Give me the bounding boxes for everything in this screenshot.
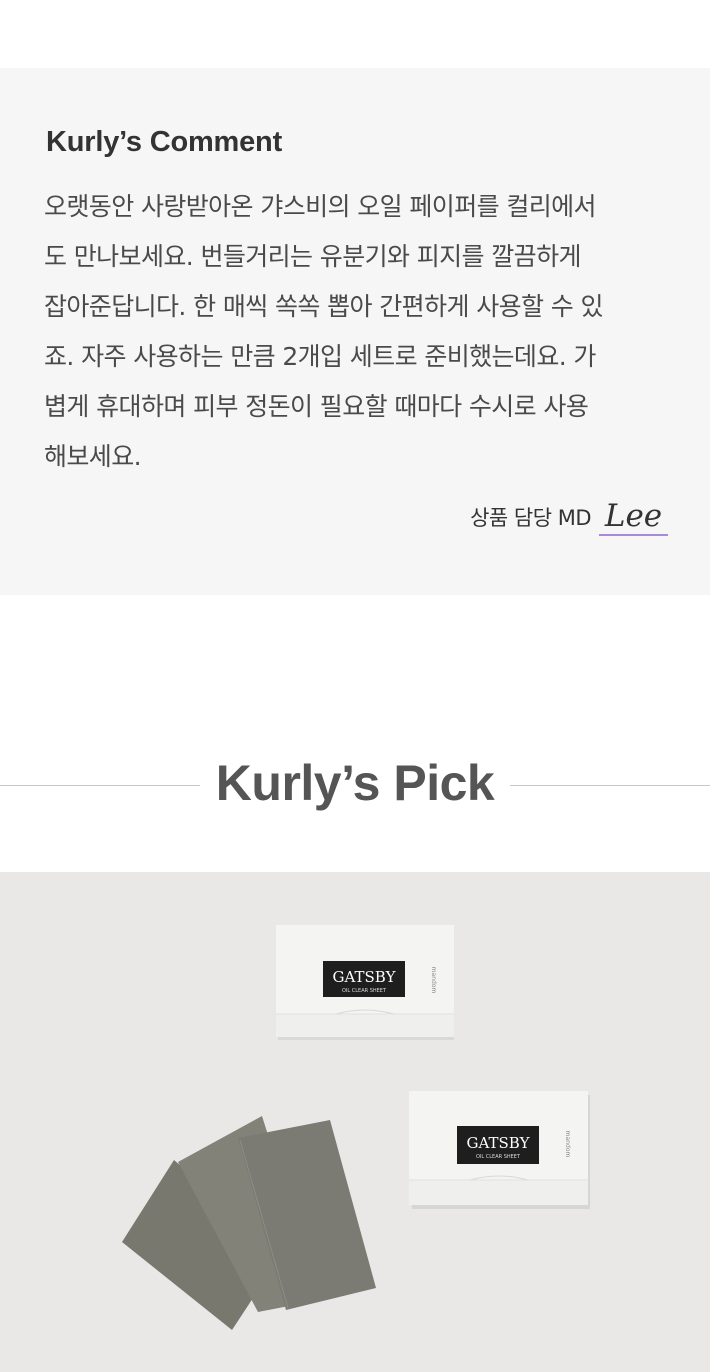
comment-line: 잡아준답니다. 한 매씩 쏙쏙 뽑아 간편하게 사용할 수 있 <box>44 292 604 321</box>
package-bottom: GATSBY OIL CLEAR SHEET mandom <box>409 1091 590 1209</box>
heading-divider-right <box>510 785 710 786</box>
maker-label: mandom <box>564 1131 571 1158</box>
comment-line: 해보세요. <box>44 442 142 471</box>
comment-title: Kurly’s Comment <box>46 126 283 158</box>
comment-line: 볍게 휴대하며 피부 정돈이 필요할 때마다 수시로 사용 <box>44 392 589 421</box>
comment-body: 오랫동안 사랑받아온 갸스비의 오일 페이퍼를 컬리에서 도 만나보세요. 번들… <box>44 182 674 482</box>
heading-divider-left <box>0 785 200 786</box>
brand-label: GATSBY <box>467 1134 531 1152</box>
comment-line: 죠. 자주 사용하는 만큼 2개입 세트로 준비했는데요. 가 <box>44 342 596 371</box>
brand-sublabel: OIL CLEAR SHEET <box>342 988 387 994</box>
brand-sublabel: OIL CLEAR SHEET <box>476 1154 521 1160</box>
product-photo: GATSBY OIL CLEAR SHEET mandom GATSBY OIL… <box>0 872 710 1372</box>
comment-line: 도 만나보세요. 번들거리는 유분기와 피지를 깔끔하게 <box>44 242 581 271</box>
package-top: GATSBY OIL CLEAR SHEET mandom <box>276 925 454 1040</box>
signature-role: 상품 담당 MD <box>470 506 591 530</box>
kurly-pick-heading: Kurly’s Pick <box>0 748 710 824</box>
signature-name: Lee <box>599 498 668 536</box>
brand-label: GATSBY <box>333 968 397 986</box>
kurly-comment-section: Kurly’s Comment 오랫동안 사랑받아온 갸스비의 오일 페이퍼를 … <box>0 68 710 595</box>
pick-title: Kurly’s Pick <box>215 755 495 811</box>
comment-line: 오랫동안 사랑받아온 갸스비의 오일 페이퍼를 컬리에서 <box>44 192 597 221</box>
maker-label: mandom <box>430 967 437 994</box>
md-signature: 상품 담당 MD Lee <box>470 490 668 536</box>
